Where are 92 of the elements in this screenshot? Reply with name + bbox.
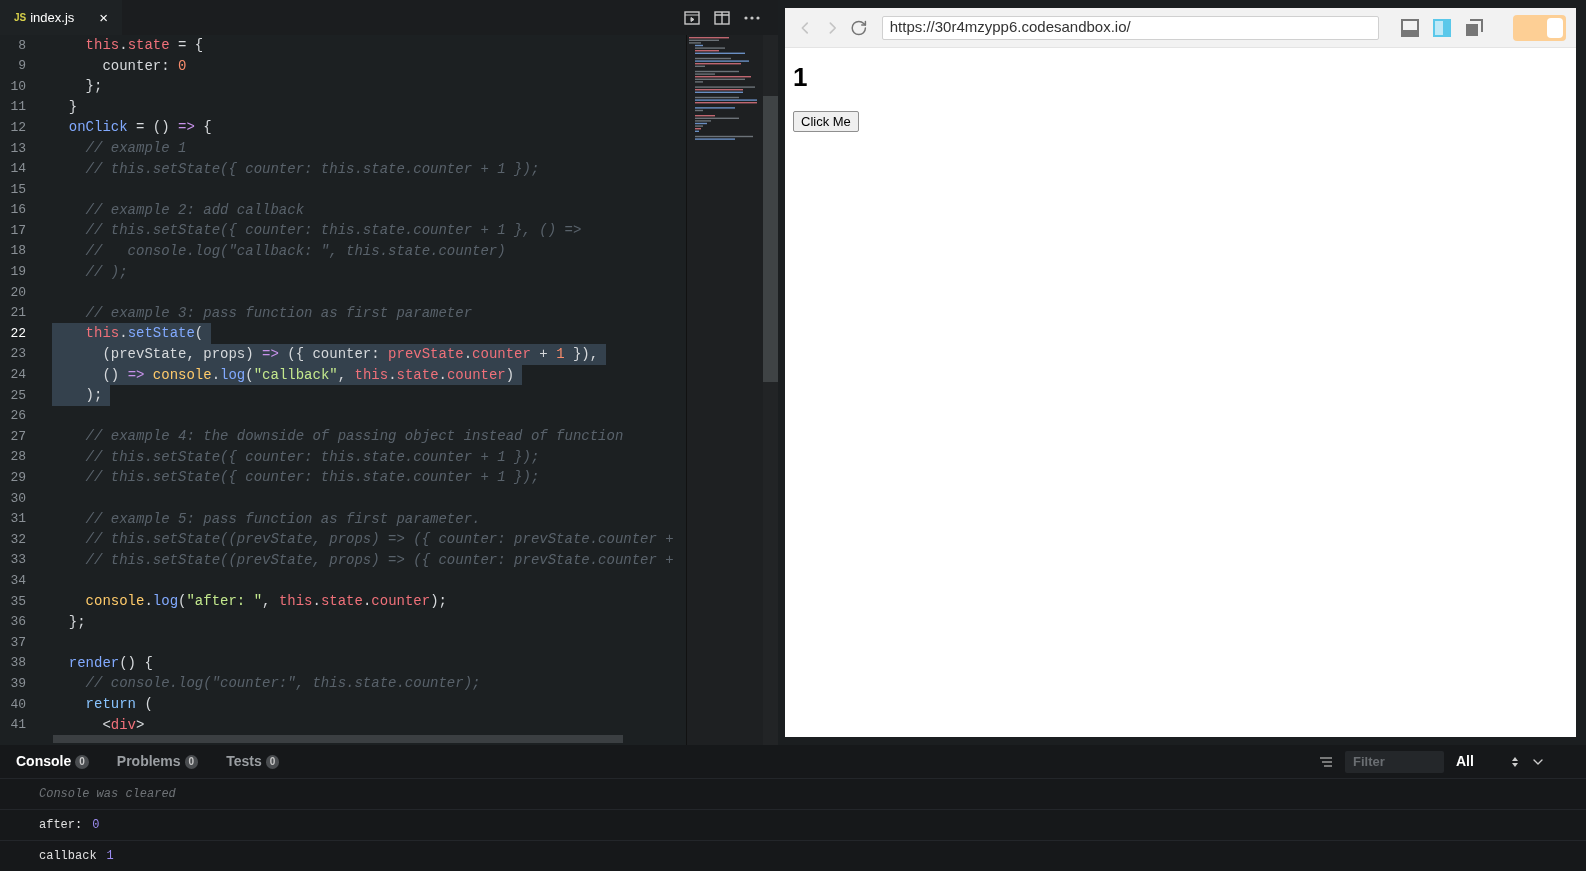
code-line: // this.setState({ counter: this.state.counter + 1 });: [84, 468, 541, 488]
line-number: 33: [9, 551, 26, 570]
console-value: 0: [92, 817, 100, 834]
line-number: 40: [9, 695, 26, 714]
line-number: 16: [9, 201, 26, 220]
code-line: };: [84, 77, 104, 97]
click-me-button[interactable]: Click Me: [793, 111, 859, 132]
code-line: // example 5: pass function as first parameter.: [84, 509, 482, 529]
console-message: Console was cleared: [39, 786, 176, 803]
scrollbar-thumb[interactable]: [763, 96, 778, 382]
url-field[interactable]: https://30r4mzypp6.codesandbox.io/: [881, 15, 1380, 40]
panel-tab[interactable]: Problems 0: [116, 751, 199, 772]
line-number: 38: [9, 654, 26, 673]
line-number: 32: [9, 530, 26, 549]
tab-label: Problems: [116, 752, 181, 771]
console-message: after:: [39, 817, 83, 834]
count-badge: 0: [184, 754, 199, 769]
toggle-switch[interactable]: [1513, 14, 1566, 41]
tab-label: Console: [16, 752, 72, 771]
code-line: };: [67, 612, 87, 632]
code-line: <div>: [101, 715, 146, 735]
line-number: 39: [9, 674, 26, 693]
line-number: 10: [9, 77, 26, 96]
preview-icon[interactable]: [684, 10, 700, 25]
code-line: // this.setState((prevState, props) => ({ counter: prevState.counter +: [84, 550, 675, 570]
horizontal-scrollbar[interactable]: [53, 735, 623, 744]
code-line: return (: [84, 695, 154, 714]
line-number: 12: [9, 118, 26, 137]
line-number: 25: [9, 386, 26, 405]
code-line: // console.log("callback: ", this.state.counter): [84, 241, 507, 261]
count-badge: 0: [265, 754, 280, 769]
line-number: 30: [9, 489, 26, 508]
sort-arrows-icon: [1512, 756, 1518, 767]
filter-icon: [1319, 756, 1333, 767]
code-line: // example 1: [84, 138, 188, 158]
line-number: 17: [9, 221, 26, 240]
code-line: // this.setState({ counter: this.state.counter + 1 });: [84, 159, 541, 179]
line-number: 14: [9, 160, 26, 179]
code-line: }: [67, 97, 79, 117]
editor-tab[interactable]: JS index.js ×: [0, 0, 122, 35]
line-number: 15: [9, 180, 26, 199]
code-line: // this.setState({ counter: this.state.counter + 1 }, () =>: [84, 221, 583, 241]
line-number: 19: [9, 263, 26, 282]
dock-bottom-icon[interactable]: [1401, 18, 1420, 37]
code-line: // console.log("counter:", this.state.counter);: [84, 674, 482, 694]
reload-icon[interactable]: [850, 18, 868, 37]
counter-heading: 1: [793, 64, 809, 90]
line-number: 27: [9, 427, 26, 446]
line-number: 41: [9, 716, 26, 735]
js-label: JS: [14, 11, 27, 25]
code-line: console.log("after: ", this.state.counter);: [84, 592, 448, 612]
more-icon[interactable]: [744, 15, 760, 20]
line-number: 13: [9, 139, 26, 158]
line-number: 28: [9, 448, 26, 467]
line-number: 35: [9, 592, 26, 611]
code-line: onClick = () => {: [67, 118, 213, 138]
tab-filename: index.js: [30, 8, 75, 27]
code-line: // example 2: add callback: [84, 200, 306, 220]
code-line: // this.setState((prevState, props) => ({ counter: prevState.counter +: [84, 530, 675, 550]
code-line: // this.setState({ counter: this.state.counter + 1 });: [84, 447, 541, 467]
line-number: 34: [9, 572, 26, 590]
split-view-icon[interactable]: [714, 10, 730, 25]
line-number: 8: [17, 36, 26, 55]
windows-icon[interactable]: [1465, 18, 1484, 37]
line-number: 23: [9, 345, 26, 364]
panel-tab[interactable]: Tests 0: [226, 751, 280, 772]
line-number: 31: [9, 510, 26, 529]
count-badge: 0: [75, 754, 89, 769]
line-number: 26: [9, 407, 26, 426]
code-line: // example 3: pass function as first parameter: [84, 303, 474, 323]
line-number: 9: [17, 57, 26, 76]
line-number: 11: [9, 98, 26, 117]
line-number: 36: [9, 613, 26, 632]
code-line: this.state = {: [84, 36, 205, 55]
line-number: 29: [9, 469, 26, 487]
code-line: counter: 0: [101, 56, 188, 76]
line-number: 24: [9, 366, 26, 385]
panel-tab[interactable]: Console 0: [16, 751, 89, 772]
line-number: 22: [9, 324, 26, 343]
line-number: 21: [9, 304, 26, 323]
close-button[interactable]: ×: [99, 10, 108, 25]
line-number: 18: [9, 242, 26, 261]
line-number: 37: [9, 633, 26, 652]
line-number: 20: [9, 283, 26, 302]
level-select[interactable]: All: [1456, 751, 1512, 772]
code-line: render() {: [67, 653, 154, 673]
console-message: callback: [39, 848, 97, 865]
code-line: // example 4: the downside of passing object instead of function: [84, 427, 625, 447]
code-line: // );: [84, 262, 129, 282]
filter-field[interactable]: Filter: [1345, 750, 1444, 773]
console-value: 1: [106, 848, 114, 865]
tab-label: Tests: [226, 752, 262, 771]
